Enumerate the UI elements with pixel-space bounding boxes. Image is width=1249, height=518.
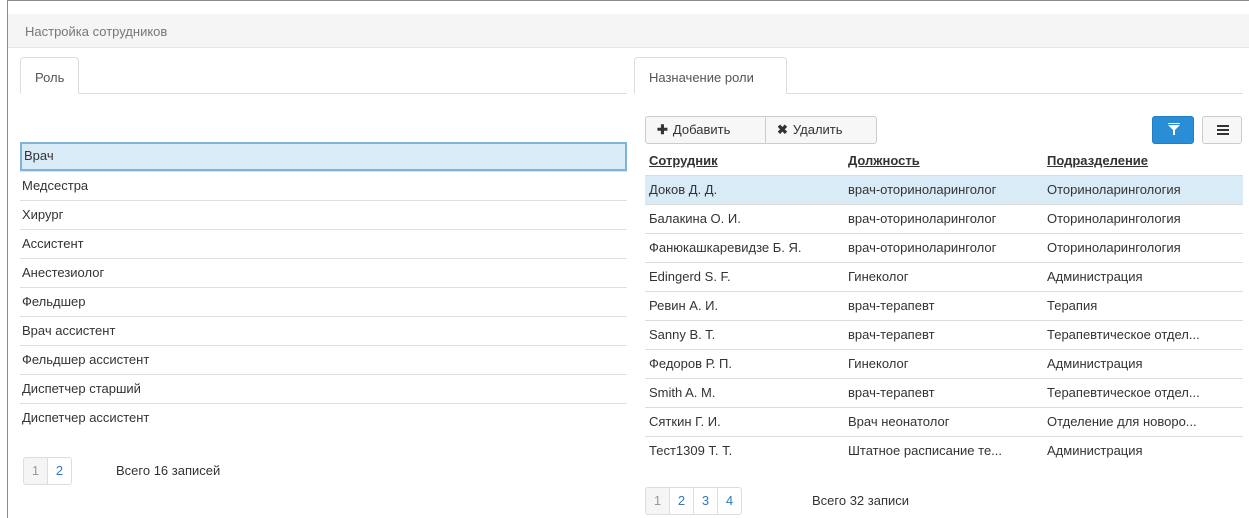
column-header-employee[interactable]: Сотрудник — [649, 153, 845, 168]
assignment-grid: Сотрудник Должность Подразделение Доков … — [645, 145, 1243, 465]
table-cell: Администрация — [1047, 269, 1143, 284]
table-cell: Edingerd S. F. — [649, 269, 731, 284]
list-item[interactable]: Врач ассистент — [20, 316, 627, 345]
page-button[interactable]: 2 — [47, 457, 72, 485]
table-cell: Sanny B. T. — [649, 327, 716, 342]
list-item[interactable]: Хирург — [20, 200, 627, 229]
table-cell: врач-терапевт — [848, 327, 935, 342]
table-row[interactable]: Сяткин Г. И. Врач неонатолог Отделение для… — [645, 407, 1243, 436]
list-item[interactable]: Фельдшер ассистент — [20, 345, 627, 374]
table-row[interactable]: Доков Д. Д. врач-оториноларинголог Оторино… — [645, 175, 1243, 204]
table-cell: Федоров Р. П. — [649, 356, 733, 371]
table-row[interactable]: Балакина О. И. врач-оториноларинголог Отор… — [645, 204, 1243, 233]
assignment-pagination: 1234 — [645, 487, 742, 515]
left-tab-divider — [20, 93, 627, 94]
grid-header: Сотрудник Должность Подразделение — [645, 145, 1243, 175]
table-cell: Оториноларингология — [1047, 240, 1181, 255]
table-cell: Врач неонатолог — [848, 414, 950, 429]
table-cell: Отделение для новоро... — [1047, 414, 1197, 429]
table-cell: врач-оториноларинголог — [848, 240, 997, 255]
table-cell: Терапевтическое отдел... — [1047, 327, 1200, 342]
list-item[interactable]: Диспетчер ассистент — [20, 403, 627, 432]
tab-role-assignment-label: Назначение роли — [649, 70, 754, 85]
table-cell: Администрация — [1047, 356, 1143, 371]
table-cell: Оториноларингология — [1047, 182, 1181, 197]
list-item[interactable]: Анестезиолог — [20, 258, 627, 287]
assignment-total: Всего 32 записи — [812, 493, 910, 508]
list-item[interactable]: Ассистент — [20, 229, 627, 258]
table-cell: Smith A. M. — [649, 385, 716, 400]
tab-role-assignment[interactable]: Назначение роли — [634, 57, 787, 94]
table-cell: Ревин А. И. — [649, 298, 719, 313]
role-pagination: 12 — [23, 457, 72, 485]
role-list: Врач Медсестра Хирург Ассистент Анестезиолог… — [20, 142, 627, 432]
table-row[interactable]: Тест1309 Т. Т. Штатное расписание те... Ад… — [645, 436, 1243, 465]
table-cell: Оториноларингология — [1047, 211, 1181, 226]
page-button[interactable]: 1 — [645, 487, 670, 515]
table-row[interactable]: Sanny B. T. врач-терапевт Терапевтическое … — [645, 320, 1243, 349]
list-item[interactable]: Врач — [20, 142, 627, 171]
delete-button[interactable]: ✖ Удалить — [765, 116, 877, 144]
table-cell: Штатное расписание те... — [848, 443, 1003, 458]
table-cell: Гинеколог — [848, 356, 909, 371]
table-cell: врач-терапевт — [848, 298, 935, 313]
tab-role[interactable]: Роль — [20, 57, 79, 94]
table-cell: Тест1309 Т. Т. — [649, 443, 733, 458]
add-button[interactable]: ✚ Добавить — [645, 116, 766, 144]
column-header-department[interactable]: Подразделение — [1047, 153, 1241, 168]
table-cell: Терапевтическое отдел... — [1047, 385, 1200, 400]
plus-icon: ✚ — [657, 122, 668, 137]
page-button[interactable]: 1 — [23, 457, 48, 485]
table-row[interactable]: Edingerd S. F. Гинеколог Администрация — [645, 262, 1243, 291]
table-cell: врач-терапевт — [848, 385, 935, 400]
page-button[interactable]: 4 — [717, 487, 742, 515]
table-cell: Фанюкашкаревидзе Б. Я. — [649, 240, 802, 255]
delete-button-label: Удалить — [792, 122, 843, 137]
filter-button[interactable] — [1152, 116, 1194, 144]
list-item[interactable]: Фельдшер — [20, 287, 627, 316]
page-button[interactable]: 3 — [693, 487, 718, 515]
table-cell: Администрация — [1047, 443, 1143, 458]
grid-body: Доков Д. Д. врач-оториноларинголог Оторино… — [645, 175, 1243, 465]
panel-title: Настройка сотрудников — [25, 24, 168, 39]
add-button-label: Добавить — [672, 122, 731, 137]
table-row[interactable]: Ревин А. И. врач-терапевт Терапия — [645, 291, 1243, 320]
menu-button[interactable] — [1202, 116, 1242, 144]
page-button[interactable]: 2 — [669, 487, 694, 515]
table-cell: Терапия — [1047, 298, 1098, 313]
column-header-position[interactable]: Должность — [848, 153, 1044, 168]
panel-header: Настройка сотрудников — [8, 14, 1249, 48]
table-cell: Гинеколог — [848, 269, 909, 284]
cross-icon: ✖ — [777, 122, 788, 137]
table-row[interactable]: Фанюкашкаревидзе Б. Я. врач-оториноларинг… — [645, 233, 1243, 262]
table-cell: врач-оториноларинголог — [848, 211, 997, 226]
role-total: Всего 16 записей — [116, 463, 221, 478]
table-row[interactable]: Федоров Р. П. Гинеколог Администрация — [645, 349, 1243, 378]
tab-role-label: Роль — [35, 70, 65, 85]
list-item[interactable]: Медсестра — [20, 171, 627, 200]
table-cell: врач-оториноларинголог — [848, 182, 997, 197]
table-cell: Балакина О. И. — [649, 211, 741, 226]
table-cell: Сяткин Г. И. — [649, 414, 721, 429]
table-row[interactable]: Smith A. M. врач-терапевт Терапевтическое … — [645, 378, 1243, 407]
table-cell: Доков Д. Д. — [649, 182, 718, 197]
list-item[interactable]: Диспетчер старший — [20, 374, 627, 403]
